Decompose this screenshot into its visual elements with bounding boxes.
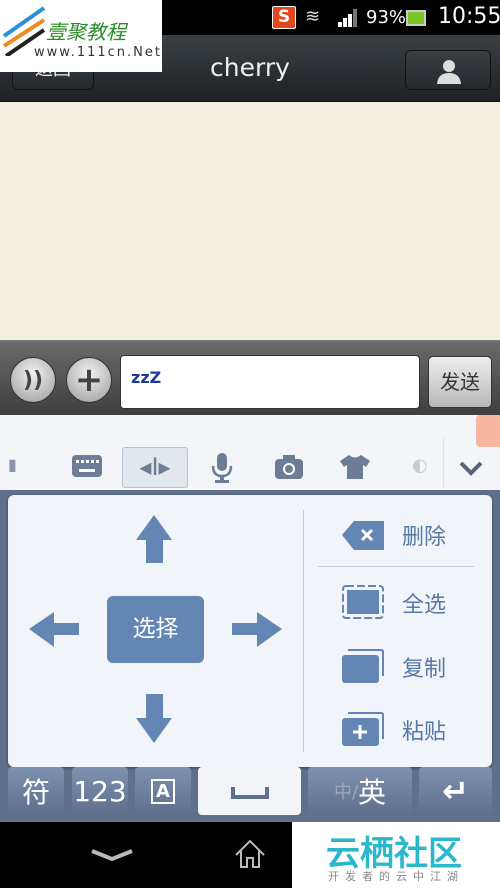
send-button[interactable]: 发送	[428, 356, 492, 408]
arrow-right-icon[interactable]	[232, 612, 282, 647]
enter-icon: ↵	[442, 772, 469, 810]
watermark-logo-top: 壹聚教程 www.111cn.Net	[0, 0, 162, 72]
back-nav-icon[interactable]	[90, 848, 134, 862]
select-all-icon	[342, 585, 384, 619]
symbol-key[interactable]: 符	[8, 767, 64, 815]
person-icon	[437, 60, 461, 84]
caps-key[interactable]: A	[135, 767, 191, 815]
contact-button[interactable]	[405, 50, 491, 90]
voice-button[interactable]: ))	[10, 357, 56, 403]
paste-icon	[342, 712, 384, 746]
paste-button[interactable]: 粘贴	[342, 710, 492, 750]
space-key[interactable]	[198, 767, 301, 815]
arrow-left-icon[interactable]	[29, 612, 79, 647]
keyboard-toolbar: ▮ ◂I▸ ◐	[0, 415, 500, 490]
plus-icon: +	[74, 360, 104, 400]
wifi-icon: ≋	[305, 6, 321, 27]
language-key[interactable]: 中/英	[308, 767, 412, 815]
enter-key[interactable]: ↵	[419, 767, 492, 815]
copy-button[interactable]: 复制	[342, 647, 492, 687]
number-key[interactable]: 123	[72, 767, 128, 815]
camera-icon[interactable]	[275, 455, 303, 479]
signal-icon	[338, 9, 358, 27]
input-bar: )) + zzZ 发送	[0, 340, 500, 415]
battery-icon	[406, 10, 426, 26]
emoji-icon[interactable]: ◐	[412, 455, 428, 476]
shirt-icon[interactable]	[340, 455, 370, 479]
chevron-down-icon[interactable]	[459, 460, 483, 476]
chat-area	[0, 102, 500, 340]
keyboard-icon[interactable]	[72, 455, 102, 477]
arrow-up-icon[interactable]	[136, 515, 172, 563]
plus-button[interactable]: +	[66, 357, 112, 403]
home-icon[interactable]	[234, 839, 266, 869]
message-input[interactable]: zzZ	[120, 355, 420, 409]
cursor-icon[interactable]: ◂I▸	[122, 447, 188, 488]
mic-icon[interactable]	[210, 453, 234, 483]
watermark-logo-bottom: 云栖社区 开发者的云中江湖	[292, 822, 500, 888]
caps-icon: A	[151, 778, 175, 804]
select-all-button[interactable]: 全选	[342, 583, 492, 623]
space-icon	[230, 787, 269, 799]
clock: 10:55	[438, 4, 500, 29]
menu-icon[interactable]: ▮	[8, 455, 32, 479]
sogou-logo-icon	[476, 415, 500, 447]
navigation-bar: 云栖社区 开发者的云中江湖	[0, 822, 500, 888]
select-button[interactable]: 选择	[107, 596, 204, 663]
edit-popup: 选择 删除 全选 复制 粘贴	[8, 495, 492, 767]
copy-icon	[342, 649, 384, 683]
delete-button[interactable]: 删除	[342, 515, 492, 555]
voice-icon: ))	[22, 367, 44, 393]
sogou-notification-icon: S	[272, 6, 296, 29]
backspace-icon	[342, 521, 384, 550]
arrow-down-icon[interactable]	[136, 694, 172, 743]
battery-percent: 93%	[366, 7, 407, 28]
